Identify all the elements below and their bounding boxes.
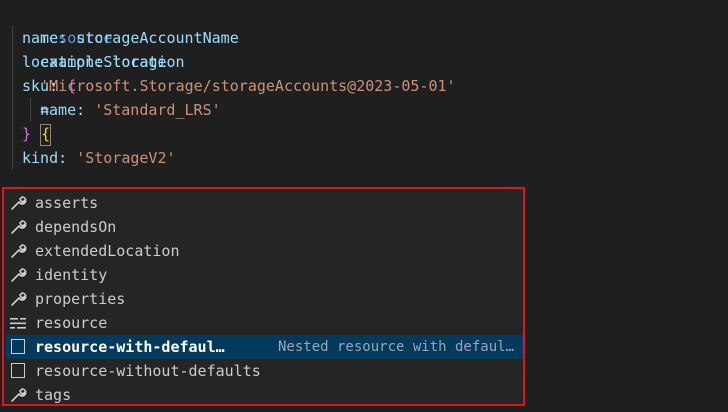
suggestion-item[interactable]: properties <box>6 287 523 311</box>
suggestion-label: tags <box>35 386 72 404</box>
suggestion-item[interactable]: identity <box>6 263 523 287</box>
snippet-icon <box>11 339 25 354</box>
open-brace: { <box>40 123 52 146</box>
suggestion-widget: asserts dependsOn extendedLocation ident… <box>2 187 525 406</box>
code-line-5: name: 'Standard_LRS' <box>40 101 221 119</box>
suggestion-label: extendedLocation <box>35 242 180 260</box>
resource-type-string: 'Microsoft.Storage/storageAccounts@2023-… <box>40 77 456 95</box>
wrench-icon <box>11 244 27 258</box>
suggestion-label: resource-without-defaults <box>35 362 261 380</box>
code-line-4: sku: { <box>22 77 77 95</box>
suggestion-item[interactable]: extendedLocation <box>6 239 523 263</box>
property-key: name <box>40 101 77 119</box>
suggestion-label: properties <box>35 290 126 308</box>
code-line-6: } <box>22 122 31 146</box>
keyword-icon <box>10 318 26 329</box>
wrench-icon <box>11 268 27 282</box>
code-line-2: name: storageAccountName <box>22 29 239 47</box>
suggestion-label: resource <box>35 314 108 332</box>
suggestion-item[interactable]: dependsOn <box>6 215 523 239</box>
open-brace: { <box>67 77 77 95</box>
suggestion-item[interactable]: resource <box>6 311 523 335</box>
property-key: kind <box>22 149 59 167</box>
suggestion-item[interactable]: resource-without-defaults <box>6 359 523 383</box>
property-key: name <box>22 29 59 47</box>
wrench-icon <box>11 292 27 306</box>
suggestion-detail: Nested resource with defaul… <box>278 339 515 355</box>
suggestion-item[interactable]: tags <box>6 383 523 407</box>
code-line-3: location: location <box>22 53 185 71</box>
close-brace: } <box>22 125 32 143</box>
suggestion-label: resource-with-defaul… <box>35 338 225 356</box>
wrench-icon <box>11 196 27 210</box>
code-editor[interactable]: resource exampleStorage 'Microsoft.Stora… <box>0 0 728 412</box>
suggestion-label: asserts <box>35 194 99 212</box>
property-key: location <box>22 53 95 71</box>
code-line-1: resource exampleStorage 'Microsoft.Stora… <box>4 2 456 146</box>
wrench-icon <box>11 388 27 402</box>
suggestion-label: dependsOn <box>35 218 117 236</box>
suggestion-item-selected[interactable]: resource-with-defaul… Nested resource wi… <box>6 335 523 359</box>
wrench-icon <box>11 220 27 234</box>
property-value: storageAccountName <box>76 29 239 47</box>
property-value: 'StorageV2' <box>76 149 176 167</box>
property-value: 'Standard_LRS' <box>94 101 221 119</box>
snippet-icon <box>11 363 25 378</box>
property-key: sku <box>22 77 50 95</box>
code-line-7: kind: 'StorageV2' <box>22 149 176 167</box>
suggestion-item[interactable]: asserts <box>6 191 523 215</box>
property-value: location <box>112 53 185 71</box>
suggestion-label: identity <box>35 266 108 284</box>
